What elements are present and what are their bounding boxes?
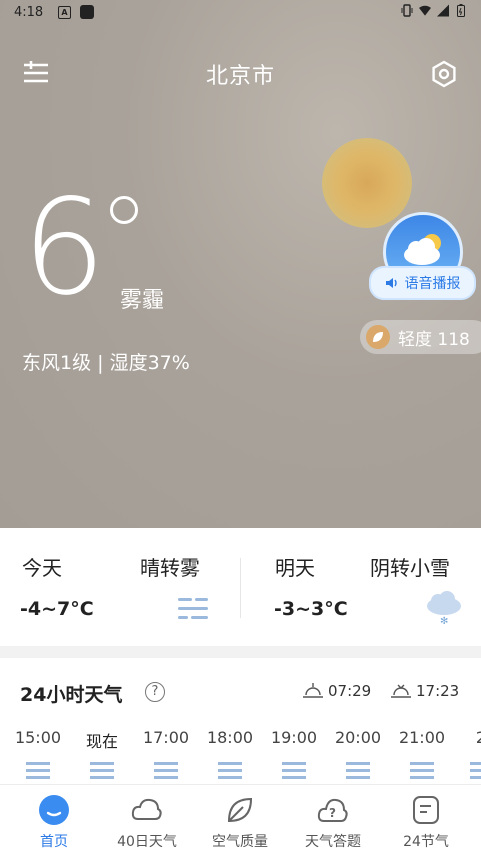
sunrise-icon [303,683,323,698]
fog-icon [26,762,50,779]
signal-icon [437,4,449,17]
forecast-card: 今天 晴转雾 -4~7°C 明天 阴转小雪 -3~3°C ✻ [0,528,481,646]
current-temperature: 6 [22,171,106,325]
hourly-list[interactable]: 15:00 现在 17:00 18:00 19:00 20:00 21:00 2… [0,728,481,788]
battery-icon [457,4,465,17]
forecast-divider [240,558,241,618]
aqi-badge[interactable]: 轻度 118 [360,320,481,354]
tab-quiz-label: 天气答题 [305,834,361,850]
status-time: 4:18 [14,5,44,20]
settings-icon[interactable] [430,60,458,88]
notification-square-icon [80,5,94,19]
svg-text:✻: ✻ [440,616,448,626]
leaf-icon [366,325,390,349]
cloud-icon [131,798,162,820]
tomorrow-range: -3~3°C [274,598,348,620]
speaker-icon [385,278,397,288]
today-condition: 晴转雾 [140,556,200,580]
fog-icon [154,762,178,779]
city-name[interactable]: 北京市 [0,58,481,90]
tab-home[interactable]: 首页 [9,793,99,851]
wifi-icon [419,5,431,16]
status-bar: 4:18 A [0,0,481,26]
hour-item: 17:00 [142,728,190,747]
tab-home-label: 首页 [40,834,68,850]
calendar-icon [413,796,439,824]
sunset-icon [391,684,411,698]
tab-40day-label: 40日天气 [117,834,177,850]
tomorrow-label: 明天 [275,556,315,580]
voice-broadcast-label: 语音播报 [404,276,461,292]
hourly-section: 24小时天气 ? 07:29 17:23 15:00 现在 17:00 18:0… [0,658,481,788]
hour-item: 18:00 [206,728,254,747]
voice-broadcast-button[interactable]: 语音播报 [369,266,476,300]
fog-icon [470,762,481,779]
hero-panel: 4:18 A 北京市 6 雾霾 东风1级 | 湿度37% 语音播报 轻度 118 [0,0,481,528]
hour-item: 15:00 [14,728,62,747]
sunrise: 07:29 [302,682,371,700]
hour-item: 20:00 [334,728,382,747]
fog-icon [178,598,208,619]
hour-item: 22 [475,728,481,747]
fog-icon [282,762,306,779]
sunset: 17:23 [390,682,459,700]
today-label: 今天 [22,556,62,580]
degree-symbol [110,196,138,224]
hour-item: 19:00 [270,728,318,747]
leaf-icon [227,797,253,823]
sunrise-time: 07:29 [328,682,372,700]
aqi-label: 轻度 118 [398,329,470,350]
svg-text:?: ? [329,806,336,820]
tab-40day[interactable]: 40日天气 [102,793,192,851]
tab-solar-terms[interactable]: 24节气 [381,793,471,851]
notification-a-icon: A [58,6,71,19]
wind-humidity: 东风1级 | 湿度37% [22,352,190,374]
tomorrow-condition: 阴转小雪 [370,556,450,580]
hour-item-now: 现在 [85,732,118,751]
help-icon[interactable]: ? [145,682,165,702]
current-condition: 雾霾 [120,288,165,313]
question-cloud-icon: ? [317,798,348,822]
hourly-title: 24小时天气 [20,684,123,706]
tab-quiz[interactable]: ? 天气答题 [288,793,378,851]
fog-icon [218,762,242,779]
fog-icon [346,762,370,779]
home-icon [39,795,69,825]
hour-item: 21:00 [398,728,446,747]
tab-solar-terms-label: 24节气 [403,834,449,850]
today-range: -4~7°C [20,598,94,620]
fog-icon [410,762,434,779]
snow-cloud-icon: ✻ [427,591,461,626]
tab-air-quality[interactable]: 空气质量 [195,793,285,851]
tab-air-quality-label: 空气质量 [212,834,268,850]
sunset-time: 17:23 [416,682,460,700]
fog-icon [90,762,114,779]
vibrate-icon [401,4,413,17]
bottom-tab-bar: 首页 40日天气 空气质量 ? 天气答题 24节气 [0,784,481,857]
